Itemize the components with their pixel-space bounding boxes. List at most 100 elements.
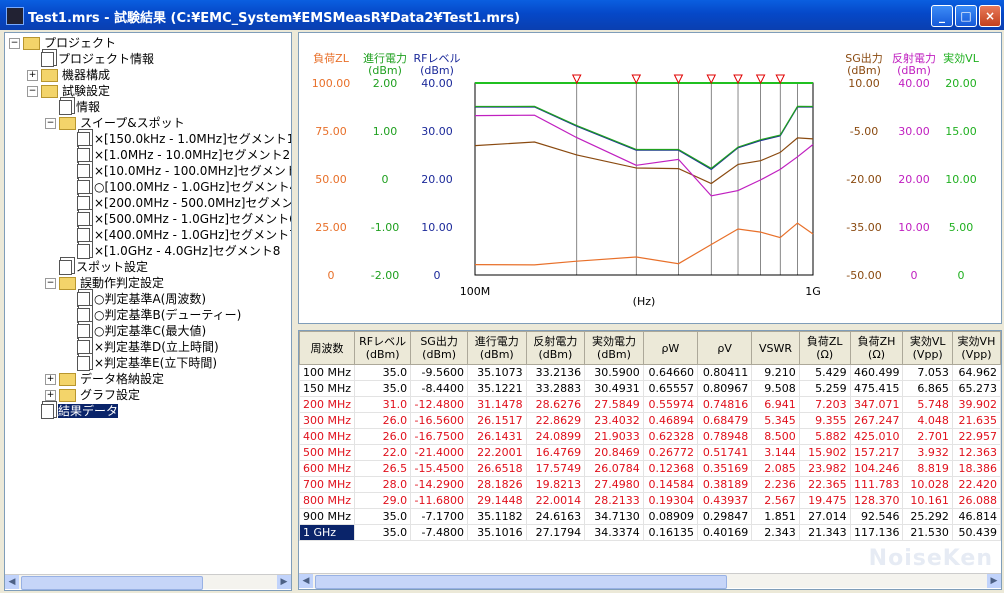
column-header[interactable]: 周波数 [299,331,356,365]
table-row[interactable]: 600 MHz 26.5 -15.4500 26.6518 17.5749 26.0784… [299,460,1001,477]
table-row[interactable]: 100 MHz 35.0 -9.5600 35.1073 33.2136 30.5900 0… [299,364,1001,381]
tree-node[interactable]: − スイープ&スポット [45,115,185,131]
tree-node[interactable]: − プロジェクト [9,35,116,51]
grid-horizontal-scrollbar[interactable]: ◀ ▶ [299,573,1001,589]
collapse-icon[interactable]: − [45,118,56,129]
table-cell: 5.345 [751,412,800,429]
expand-icon[interactable]: + [45,390,56,401]
tick-label: -5.00 [850,125,878,138]
title-bar[interactable]: Test1.mrs - 試験結果 (C:¥EMC_System¥EMSMeasR… [0,0,1004,30]
document-icon [77,132,90,147]
tick-label: 10.00 [945,173,977,186]
scroll-thumb[interactable] [315,575,727,589]
tick-label: 10.00 [898,221,930,234]
tree-node[interactable]: ×[200.0MHz - 500.0MHz]セグメント5 [63,195,291,211]
table-cell: 27.014 [798,508,851,525]
table-row[interactable]: 400 MHz 26.0 -16.7500 26.1431 24.0899 21.9033… [299,428,1001,445]
table-cell: 0.38189 [697,476,753,493]
table-row[interactable]: 200 MHz 31.0 -12.4800 31.1478 28.6276 27.5849… [299,396,1001,413]
tree-node[interactable]: ×[10.0MHz - 100.0MHz]セグメント3 [63,163,291,179]
table-cell: 2.343 [751,524,800,541]
tree-node[interactable]: ○[100.0MHz - 1.0GHz]セグメント4 [63,179,291,195]
document-icon [77,196,90,211]
column-header[interactable]: RFレベル (dBm) [354,331,412,365]
column-header[interactable]: ρW [642,331,699,365]
collapse-icon[interactable]: − [45,278,56,289]
table-cell: 0.74816 [697,396,753,413]
table-cell: 35.0 [354,380,412,397]
tree-node[interactable]: ×[150.0kHz - 1.0MHz]セグメント1 [63,131,291,147]
tree-node[interactable]: + グラフ設定 [45,387,140,403]
table-row[interactable]: 800 MHz 29.0 -11.6800 29.1448 22.0014 28.2133… [299,492,1001,509]
table-row[interactable]: 700 MHz 28.0 -14.2900 28.1826 19.8213 27.4980… [299,476,1001,493]
maximize-button[interactable]: □ [955,5,977,27]
scroll-right-icon[interactable]: ▶ [987,574,1001,588]
column-header[interactable]: 進行電力 (dBm) [467,331,527,365]
table-cell: 22.8629 [525,412,586,429]
table-cell: 500 MHz [299,444,356,461]
column-header[interactable]: 反射電力 (dBm) [525,331,586,365]
table-row[interactable]: 500 MHz 22.0 -21.4000 22.2001 16.4769 20.8469… [299,444,1001,461]
scroll-left-icon[interactable]: ◀ [299,574,313,588]
tree-node[interactable]: ×[1.0MHz - 10.0MHz]セグメント2 [63,147,290,163]
collapse-icon[interactable]: − [9,38,20,49]
table-cell: 24.6163 [525,508,586,525]
table-cell: 33.2883 [525,380,586,397]
tree-node[interactable]: ○判定基準A(周波数) [63,291,206,307]
tree-node-label: ×[1.0MHz - 10.0MHz]セグメント2 [94,148,291,162]
tree-node[interactable]: プロジェクト情報 [27,51,154,67]
table-row[interactable]: 900 MHz 35.0 -7.1700 35.1182 24.6163 34.7130 0… [299,508,1001,525]
column-header[interactable]: 負荷ZH (Ω) [849,331,904,365]
tree-node[interactable]: ○判定基準B(デューティー) [63,307,241,323]
column-header[interactable]: SG出力 (dBm) [410,331,469,365]
tree-node[interactable]: ×[1.0GHz - 4.0GHz]セグメント8 [63,243,280,259]
tick-label: -50.00 [846,269,881,282]
table-row[interactable]: 300 MHz 26.0 -16.5600 26.1517 22.8629 23.4032… [299,412,1001,429]
table-cell: 9.210 [751,364,800,381]
folder-icon [41,85,58,98]
tree-node[interactable]: ×[500.0MHz - 1.0GHz]セグメント6 [63,211,291,227]
tree-node[interactable]: ×判定基準D(立上時間) [63,339,219,355]
table-cell: 0.55974 [642,396,699,413]
tree-node[interactable]: 結果データ [27,403,119,419]
table-cell: 400 MHz [299,428,356,445]
scroll-thumb[interactable] [21,576,203,590]
table-cell: 26.0 [354,412,412,429]
column-header[interactable]: 実効VL (Vpp) [902,331,953,365]
collapse-icon[interactable]: − [27,86,38,97]
tree-node[interactable]: − 試験設定 [27,83,110,99]
expand-icon[interactable]: + [27,70,38,81]
tree-node-label: データ格納設定 [80,372,165,386]
table-row[interactable]: 150 MHz 35.0 -8.4400 35.1221 33.2883 30.4931 0… [299,380,1001,397]
table-row[interactable]: 1 GHz 35.0 -7.4800 35.1016 27.1794 34.3374 0.1… [299,524,1001,541]
table-cell: 0.64660 [642,364,699,381]
tree-node-label: ○判定基準B(デューティー) [94,308,242,322]
tree-node[interactable]: スポット設定 [45,259,148,275]
tree-node-label: ×判定基準D(立上時間) [94,340,219,354]
minimize-button[interactable]: _ [931,5,953,27]
column-header[interactable]: 実効VH (Vpp) [951,331,1001,365]
scroll-left-icon[interactable]: ◀ [5,575,19,589]
table-cell: 300 MHz [299,412,356,429]
tree-node[interactable]: ×[400.0MHz - 1.0GHz]セグメント7 [63,227,291,243]
table-cell: 35.1073 [467,364,527,381]
column-header[interactable]: ρV [697,331,753,365]
close-button[interactable]: × [979,5,1001,27]
column-header[interactable]: 負荷ZL (Ω) [798,331,851,365]
project-tree[interactable]: ◀ ▶ − プロジェクト プロジェクト情報 + 機器構成 − 試験設定 情報 − スイープ&スポッ… [4,32,292,591]
tree-node-label: ×[1.0GHz - 4.0GHz]セグメント8 [94,244,281,258]
column-header[interactable]: 実効電力 (dBm) [584,331,644,365]
tree-node[interactable]: ×判定基準E(立下時間) [63,355,217,371]
tick-label: -35.00 [846,221,881,234]
table-cell: 0.65557 [642,380,699,397]
tree-node[interactable]: − 誤動作判定設定 [45,275,164,291]
tree-horizontal-scrollbar[interactable]: ◀ ▶ [5,574,291,590]
column-header[interactable]: VSWR [751,331,800,365]
tree-node[interactable]: ○判定基準C(最大値) [63,323,206,339]
expand-icon[interactable]: + [45,374,56,385]
tree-node[interactable]: + 機器構成 [27,67,110,83]
scroll-right-icon[interactable]: ▶ [277,575,291,589]
table-cell: 0.62328 [642,428,699,445]
tree-node[interactable]: 情報 [45,99,100,115]
tree-node[interactable]: + データ格納設定 [45,371,164,387]
